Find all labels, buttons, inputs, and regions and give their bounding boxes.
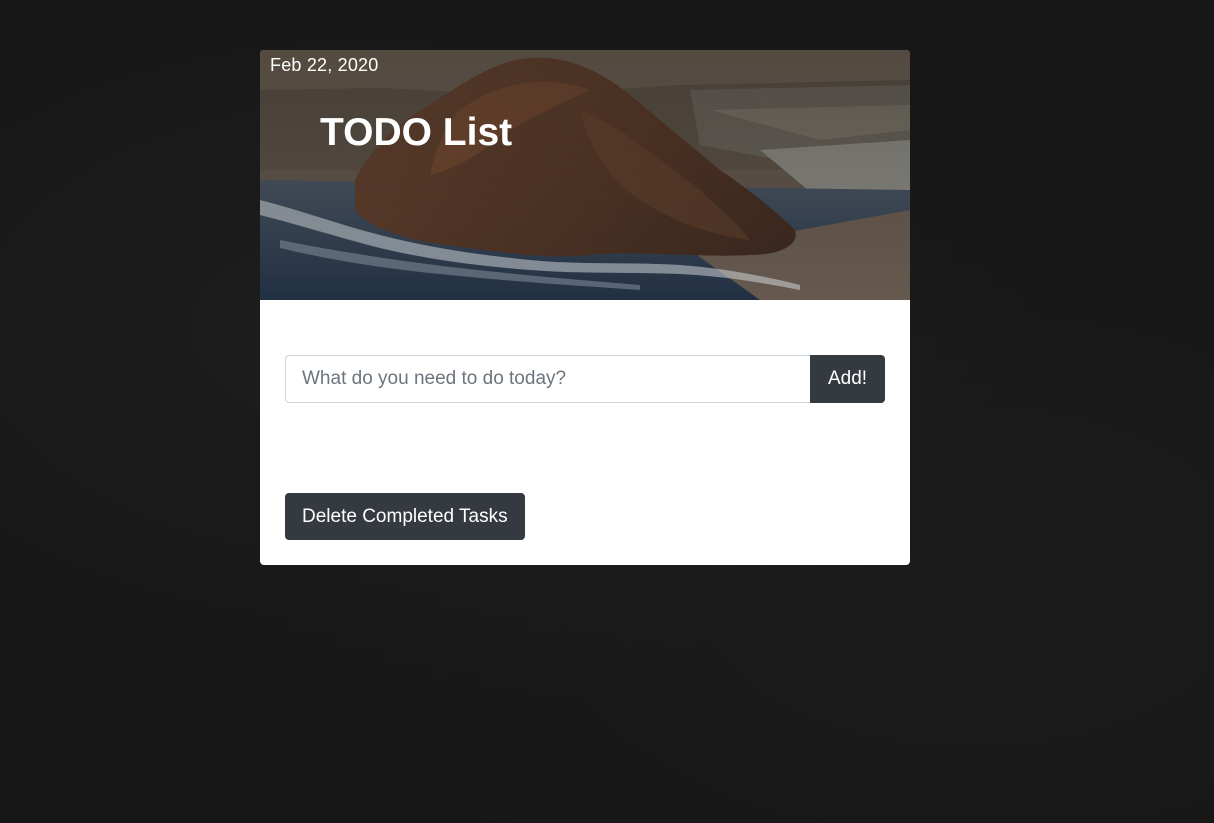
add-task-button[interactable]: Add! <box>810 355 885 403</box>
new-task-form: Add! <box>285 355 885 403</box>
header-date: Feb 22, 2020 <box>270 55 379 75</box>
delete-completed-tasks-button[interactable]: Delete Completed Tasks <box>285 493 525 540</box>
page-title: TODO List <box>320 111 513 154</box>
coastal-rock-image <box>260 50 910 300</box>
new-task-input[interactable] <box>285 355 810 403</box>
header-banner: Feb 22, 2020 TODO List <box>260 50 910 300</box>
todo-card: Feb 22, 2020 TODO List Add! Delete Compl… <box>260 50 910 565</box>
